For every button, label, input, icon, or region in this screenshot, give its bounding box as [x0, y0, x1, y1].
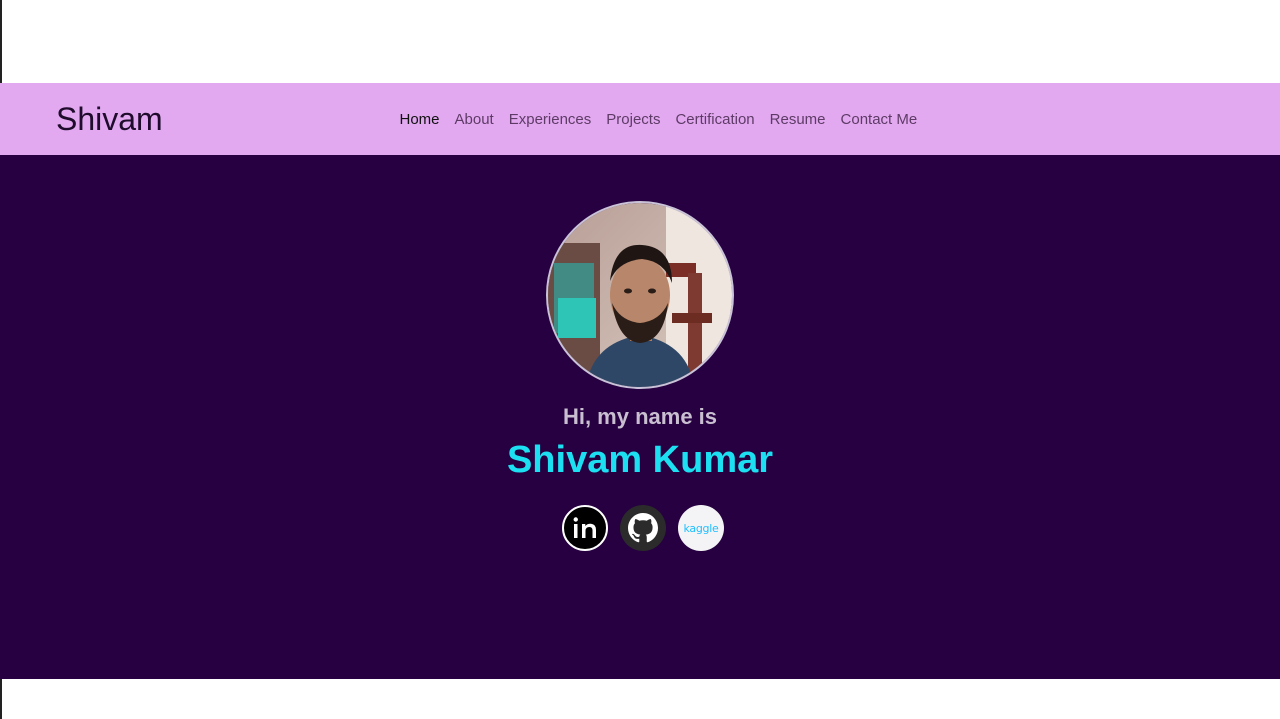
nav-contact-me[interactable]: Contact Me	[833, 111, 925, 128]
nav-resume[interactable]: Resume	[762, 111, 833, 128]
nav-projects[interactable]: Projects	[599, 111, 668, 128]
github-button[interactable]	[620, 505, 666, 551]
brand-logo[interactable]: Shivam	[56, 100, 163, 138]
page-top-blank	[0, 0, 1280, 83]
linkedin-icon	[570, 514, 600, 542]
nav-experiences[interactable]: Experiences	[501, 111, 599, 128]
page-bottom-blank	[0, 679, 1280, 719]
navbar: Shivam Home About Experiences Projects C…	[0, 83, 1280, 155]
nav-certification[interactable]: Certification	[668, 111, 762, 128]
github-icon	[628, 513, 658, 543]
nav-about[interactable]: About	[447, 111, 501, 128]
kaggle-icon: kaggle	[683, 521, 719, 535]
hero-name: Shivam Kumar	[506, 439, 774, 481]
social-links: kaggle	[562, 504, 724, 552]
nav-home[interactable]: Home	[392, 111, 447, 128]
hero-section: Hi, my name is Shivam Kumar kaggle	[0, 155, 1280, 679]
linkedin-button[interactable]	[562, 505, 608, 551]
nav-links: Home About Experiences Projects Certific…	[392, 107, 925, 131]
kaggle-button[interactable]: kaggle	[678, 505, 724, 551]
hero-greeting: Hi, my name is	[562, 404, 718, 429]
profile-photo	[546, 201, 734, 389]
